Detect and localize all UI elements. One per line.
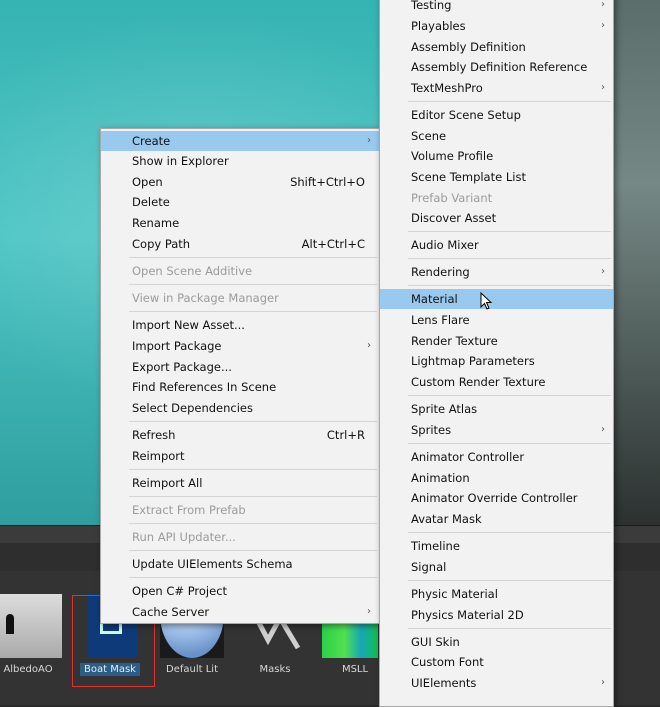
asset-label-msll: MSLL	[341, 664, 369, 675]
menu-item-find-references[interactable]: Find References In Scene	[101, 377, 379, 397]
submenu-item-scene[interactable]: Scene	[380, 126, 613, 146]
create-submenu: Testing › Playables › Assembly Definition …	[379, 0, 614, 707]
albedo-mark	[6, 614, 14, 634]
submenu-item-sprite-atlas[interactable]: Sprite Atlas	[380, 399, 613, 419]
submenu-item-custom-render-texture[interactable]: Custom Render Texture	[380, 372, 613, 392]
submenu-item-animator-override-controller[interactable]: Animator Override Controller	[380, 488, 613, 508]
asset-context-menu: Create › Show in Explorer Open Shift+Ctrl+…	[100, 128, 380, 624]
submenu-item-physics-material-2d[interactable]: Physics Material 2D	[380, 605, 613, 625]
submenu-item-assembly-definition[interactable]: Assembly Definition	[380, 37, 613, 57]
menu-separator	[129, 469, 377, 470]
submenu-item-editor-scene-setup[interactable]: Editor Scene Setup	[380, 105, 613, 125]
menu-separator	[408, 285, 611, 286]
menu-item-reimport-all[interactable]: Reimport All	[101, 473, 379, 493]
menu-separator	[408, 443, 611, 444]
menu-separator	[408, 101, 611, 102]
menu-separator	[408, 395, 611, 396]
chevron-right-icon: ›	[601, 20, 605, 31]
menu-separator	[129, 550, 377, 551]
submenu-item-signal[interactable]: Signal	[380, 557, 613, 577]
menu-separator	[408, 580, 611, 581]
shortcut-copy-path: Alt+Ctrl+C	[301, 237, 365, 251]
menu-item-select-dependencies[interactable]: Select Dependencies	[101, 398, 379, 418]
submenu-item-testing[interactable]: Testing ›	[380, 0, 613, 15]
chevron-right-icon: ›	[601, 424, 605, 435]
menu-separator	[129, 284, 377, 285]
menu-item-run-api-updater: Run API Updater...	[132, 530, 236, 544]
menu-item-import-new-asset[interactable]: Import New Asset...	[101, 315, 379, 335]
menu-separator	[129, 496, 377, 497]
menu-separator	[129, 311, 377, 312]
submenu-item-material[interactable]: Material	[380, 289, 613, 309]
asset-label-albedoao: AlbedoAO	[3, 664, 53, 675]
asset-albedoao-thumbnail[interactable]	[0, 594, 62, 658]
submenu-item-rendering[interactable]: Rendering ›	[380, 262, 613, 282]
menu-separator	[129, 577, 377, 578]
menu-separator	[129, 421, 377, 422]
asset-label-masks: Masks	[259, 664, 291, 675]
menu-item-update-uielements-schema[interactable]: Update UIElements Schema	[101, 554, 379, 574]
submenu-item-assembly-definition-reference[interactable]: Assembly Definition Reference	[380, 57, 613, 77]
submenu-item-scene-template-list[interactable]: Scene Template List	[380, 167, 613, 187]
submenu-item-sprites[interactable]: Sprites ›	[380, 420, 613, 440]
menu-separator	[129, 257, 377, 258]
menu-item-open-scene-additive: Open Scene Additive	[132, 264, 253, 278]
submenu-item-physic-material[interactable]: Physic Material	[380, 584, 613, 604]
scene-view-edge	[610, 0, 660, 525]
submenu-item-lens-flare[interactable]: Lens Flare	[380, 310, 613, 330]
submenu-item-playables[interactable]: Playables ›	[380, 16, 613, 36]
submenu-item-textmeshpro[interactable]: TextMeshPro ›	[380, 78, 613, 98]
submenu-item-animation[interactable]: Animation	[380, 468, 613, 488]
submenu-item-render-texture[interactable]: Render Texture	[380, 331, 613, 351]
menu-item-create[interactable]: Create ›	[101, 131, 379, 151]
submenu-item-custom-font[interactable]: Custom Font	[380, 652, 613, 672]
menu-item-open-csharp-project[interactable]: Open C# Project	[101, 581, 379, 601]
asset-label-default-lit: Default Lit	[166, 664, 218, 675]
menu-item-refresh[interactable]: Refresh Ctrl+R	[101, 425, 379, 445]
menu-item-extract-from-prefab: Extract From Prefab	[132, 503, 246, 517]
menu-item-open[interactable]: Open Shift+Ctrl+O	[101, 172, 379, 192]
mouse-pointer-icon	[480, 292, 493, 310]
chevron-right-icon: ›	[367, 606, 371, 617]
chevron-right-icon: ›	[367, 340, 371, 351]
chevron-right-icon: ›	[601, 677, 605, 688]
submenu-item-animator-controller[interactable]: Animator Controller	[380, 447, 613, 467]
chevron-right-icon: ›	[367, 135, 371, 146]
menu-item-cache-server[interactable]: Cache Server ›	[101, 602, 379, 622]
menu-separator	[408, 231, 611, 232]
menu-item-view-in-package-manager: View in Package Manager	[132, 291, 279, 305]
chevron-right-icon: ›	[601, 82, 605, 93]
submenu-item-uielements[interactable]: UIElements ›	[380, 673, 613, 693]
submenu-item-volume-profile[interactable]: Volume Profile	[380, 146, 613, 166]
menu-item-reimport[interactable]: Reimport	[101, 446, 379, 466]
menu-separator	[408, 532, 611, 533]
menu-item-delete[interactable]: Delete	[101, 192, 379, 212]
submenu-item-discover-asset[interactable]: Discover Asset	[380, 208, 613, 228]
chevron-right-icon: ›	[601, 0, 605, 10]
submenu-item-prefab-variant: Prefab Variant	[411, 191, 493, 205]
menu-item-import-package[interactable]: Import Package ›	[101, 336, 379, 356]
submenu-item-lightmap-parameters[interactable]: Lightmap Parameters	[380, 351, 613, 371]
submenu-item-timeline[interactable]: Timeline	[380, 536, 613, 556]
submenu-item-avatar-mask[interactable]: Avatar Mask	[380, 509, 613, 529]
menu-separator	[129, 523, 377, 524]
menu-item-rename[interactable]: Rename	[101, 213, 379, 233]
menu-separator	[408, 628, 611, 629]
submenu-item-gui-skin[interactable]: GUI Skin	[380, 632, 613, 652]
menu-item-show-in-explorer[interactable]: Show in Explorer	[101, 151, 379, 171]
shortcut-refresh: Ctrl+R	[326, 428, 365, 442]
submenu-item-audio-mixer[interactable]: Audio Mixer	[380, 235, 613, 255]
chevron-right-icon: ›	[601, 266, 605, 277]
menu-separator	[408, 258, 611, 259]
shortcut-open: Shift+Ctrl+O	[290, 175, 365, 189]
menu-item-export-package[interactable]: Export Package...	[101, 357, 379, 377]
menu-item-copy-path[interactable]: Copy Path Alt+Ctrl+C	[101, 234, 379, 254]
